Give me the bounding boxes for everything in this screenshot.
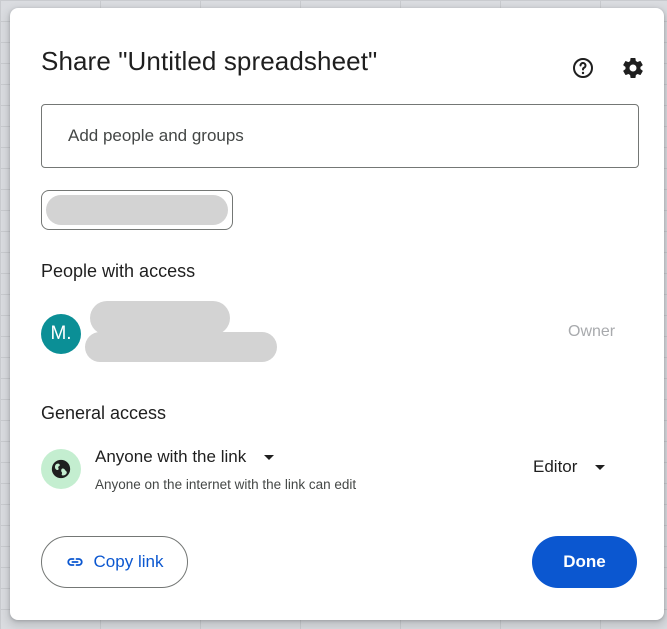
copy-link-button[interactable]: Copy link [41, 536, 188, 588]
general-access-heading: General access [41, 403, 167, 423]
done-button[interactable]: Done [532, 536, 637, 588]
redacted-user-email [85, 332, 277, 362]
link-icon [66, 558, 83, 566]
owner-role-label: Owner [568, 323, 616, 340]
people-with-access-heading: People with access [41, 261, 196, 281]
access-description: Anyone on the internet with the link can… [95, 477, 357, 492]
avatar: M. [41, 314, 81, 354]
dialog-title: Share "Untitled spreadsheet" [41, 46, 378, 76]
recipient-chip[interactable] [41, 190, 233, 230]
globe-icon [51, 459, 71, 479]
share-dialog: Share "Untitled spreadsheet" People with… [10, 8, 664, 620]
role-label: Editor [533, 457, 578, 476]
redacted-chip-text [46, 195, 228, 225]
role-dropdown[interactable]: Editor [533, 455, 606, 479]
add-people-input[interactable] [41, 104, 639, 168]
help-button[interactable] [567, 52, 599, 84]
link-access-label: Anyone with the link [95, 447, 247, 466]
settings-button[interactable] [617, 52, 649, 84]
help-circle-icon [573, 58, 593, 78]
copy-link-label: Copy link [93, 552, 164, 571]
redacted-user-name [90, 301, 230, 335]
gear-icon [623, 57, 643, 79]
link-access-dropdown[interactable]: Anyone with the link [95, 445, 275, 469]
globe-icon-badge [41, 449, 81, 489]
chevron-down-icon [264, 454, 275, 460]
chevron-down-icon [595, 464, 606, 470]
